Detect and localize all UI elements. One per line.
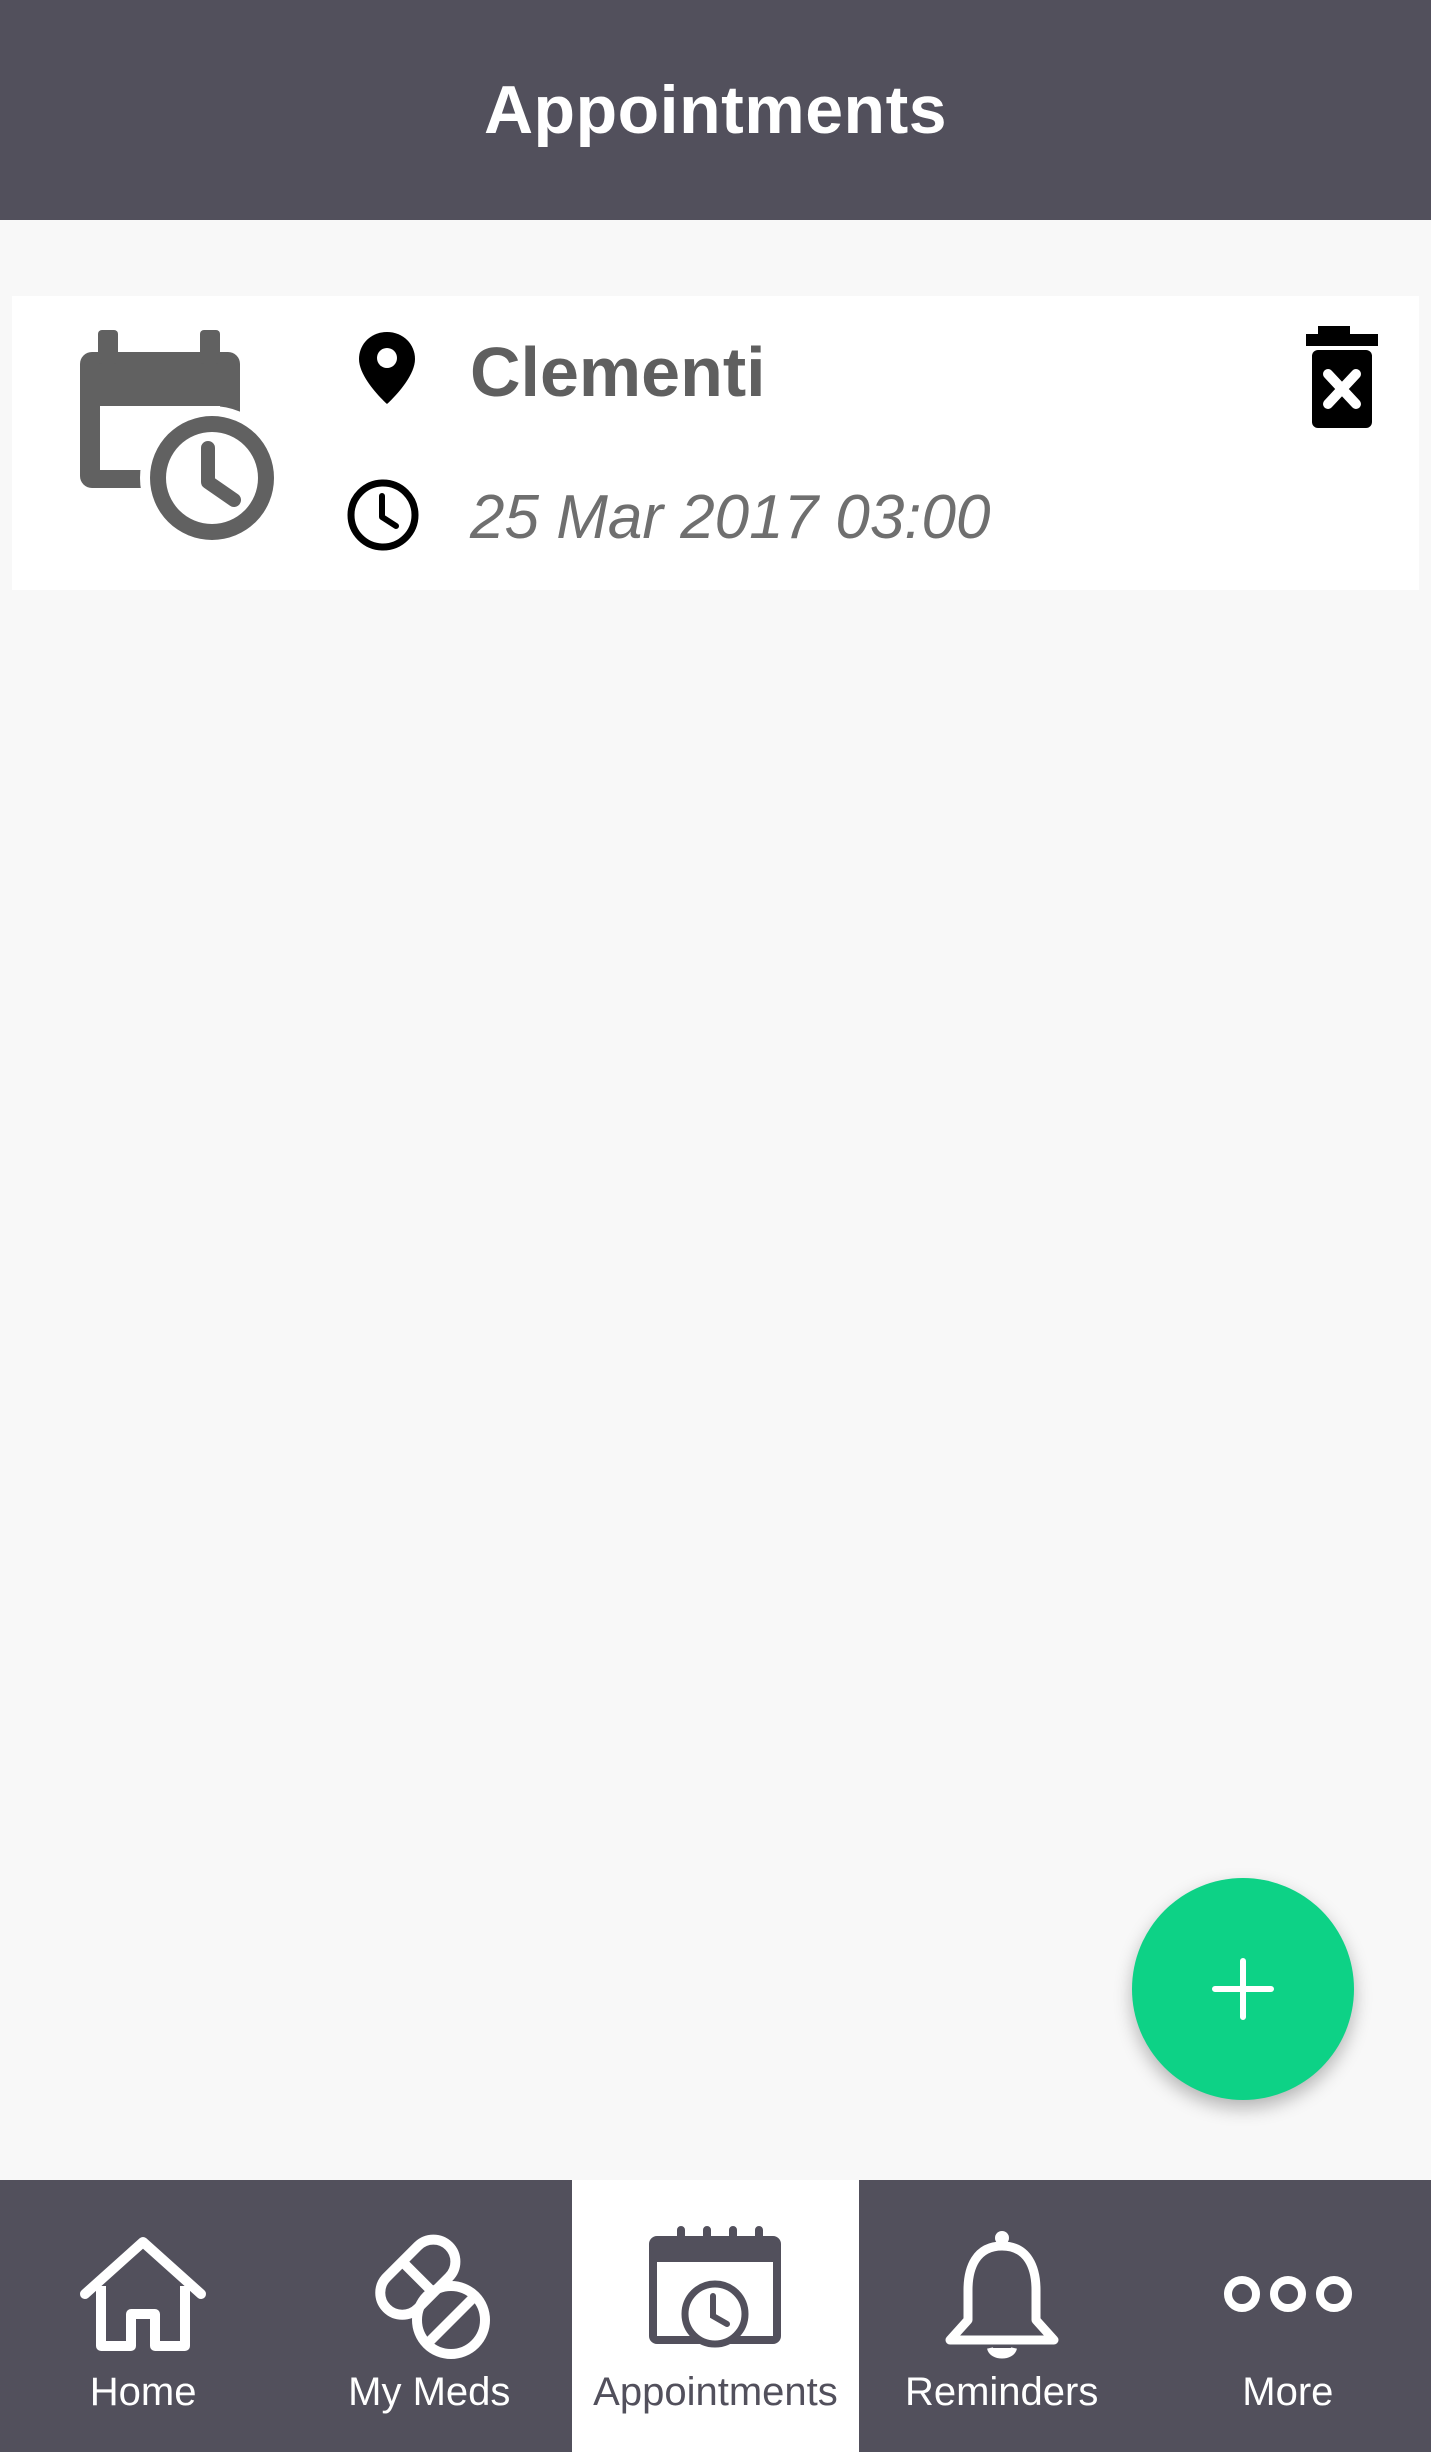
- bottom-nav: Home My Meds Appointments Reminders More: [0, 2180, 1431, 2452]
- nav-label-reminders: Reminders: [904, 2370, 1099, 2414]
- nav-item-home[interactable]: Home: [0, 2180, 286, 2452]
- nav-item-reminders[interactable]: Reminders: [859, 2180, 1145, 2452]
- clock-icon: [347, 479, 419, 551]
- nav-label-my-meds: My Meds: [348, 2370, 511, 2414]
- calendar-clock-icon: [80, 330, 284, 550]
- nav-item-my-meds[interactable]: My Meds: [286, 2180, 572, 2452]
- delete-icon[interactable]: [1292, 326, 1392, 436]
- more-dots-icon: [1223, 2276, 1352, 2312]
- pill-icon: [375, 2234, 491, 2359]
- nav-item-appointments[interactable]: Appointments: [572, 2180, 859, 2452]
- appointment-location: Clementi: [470, 333, 766, 411]
- home-icon: [80, 2237, 207, 2351]
- add-appointment-button[interactable]: [1132, 1878, 1354, 2100]
- plus-icon: [1212, 1958, 1274, 2020]
- page-title: Appointments: [483, 72, 948, 148]
- appointments-screen: Appointments Clementi 25 Mar 2017 03:00: [0, 0, 1431, 2452]
- appointment-card[interactable]: Clementi 25 Mar 2017 03:00: [12, 296, 1419, 590]
- nav-label-appointments: Appointments: [593, 2370, 838, 2414]
- nav-label-home: Home: [89, 2370, 197, 2414]
- map-pin-icon: [359, 332, 415, 404]
- appointment-datetime: 25 Mar 2017 03:00: [470, 483, 991, 552]
- app-header: Appointments: [0, 0, 1431, 220]
- bell-icon: [945, 2231, 1059, 2359]
- nav-label-more: More: [1242, 2370, 1334, 2414]
- calendar-clock-icon: [649, 2226, 782, 2348]
- nav-item-more[interactable]: More: [1145, 2180, 1431, 2452]
